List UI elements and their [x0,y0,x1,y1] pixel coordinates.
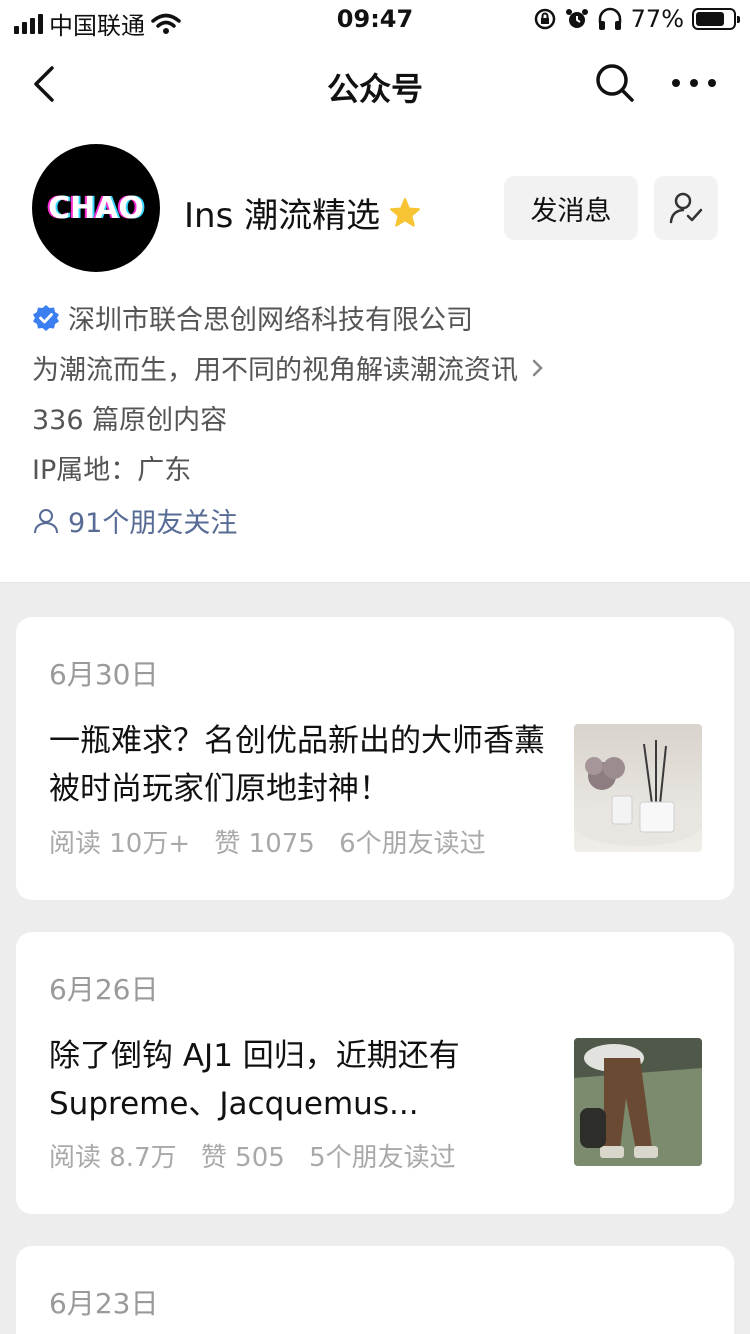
account-description: 为潮流而生，用不同的视角解读潮流资讯 [32,355,518,386]
account-profile: CHAO Ins 潮流精选 发消息 深圳市联合思创网络科技有限公司 为潮流而生，… [0,128,750,583]
battery-percent: 77% [630,5,684,33]
status-bar: 中国联通 09:47 77% [0,0,750,40]
article-title[interactable]: 除了倒钩 AJ1 回归，近期还有 Supreme、Jacquemus... [49,1032,549,1128]
article-reads: 阅读 8.7万 [49,1143,177,1173]
company-line: 深圳市联合思创网络科技有限公司 [32,298,473,337]
star-icon [390,197,421,227]
article-thumbnail[interactable] [574,1038,702,1166]
alarm-icon [565,9,588,28]
company-name: 深圳市联合思创网络科技有限公司 [68,305,473,336]
nav-bar: 公众号 [0,40,750,128]
article-date: 6月26日 [49,973,159,1006]
status-right: 77% [533,5,740,33]
article-card[interactable]: 6月26日 除了倒钩 AJ1 回归，近期还有 Supreme、Jacquemus… [16,932,734,1214]
friends-following: 91个朋友关注 [68,508,238,539]
article-title[interactable]: 一瓶难求？名创优品新出的大师香薰被时尚玩家们原地封神！ [49,717,549,813]
article-friends-read: 6个朋友读过 [339,829,486,859]
article-likes: 赞 1075 [214,829,315,859]
article-friends-read: 5个朋友读过 [309,1143,456,1173]
original-count: 336 篇原创内容 [32,405,228,436]
article-thumbnail[interactable] [574,724,702,852]
article-date: 6月23日 [49,1287,159,1320]
article-card[interactable]: 6月30日 一瓶难求？名创优品新出的大师香薰被时尚玩家们原地封神！ 阅读 10万… [16,617,734,900]
user-icon [34,508,58,533]
article-date: 6月30日 [49,658,159,691]
follow-button[interactable] [654,176,718,240]
account-name: Ins 潮流精选 [184,188,422,237]
avatar[interactable]: CHAO [32,144,160,272]
article-likes: 赞 505 [200,1143,285,1173]
description-line[interactable]: 为潮流而生，用不同的视角解读潮流资讯 [32,348,548,387]
article-card[interactable]: 6月23日 [16,1246,734,1334]
more-icon[interactable] [672,68,716,98]
avatar-logo-text: CHAO [48,190,144,226]
battery-icon [692,8,740,30]
article-meta: 阅读 8.7万 赞 505 5个朋友读过 [49,1137,472,1174]
rotation-lock-icon [534,8,555,30]
account-name-label: Ins 潮流精选 [184,196,381,236]
ip-location: IP属地：广东 [32,455,192,486]
search-icon[interactable] [594,62,636,104]
chevron-right-icon [532,359,543,376]
headphones-icon [598,7,621,30]
article-reads: 阅读 10万+ [49,829,191,859]
verified-icon [33,304,59,331]
page-title: 公众号 [326,70,423,108]
send-message-button[interactable]: 发消息 [504,176,638,240]
article-meta: 阅读 10万+ 赞 1075 6个朋友读过 [49,823,502,860]
user-check-icon [669,192,703,224]
friends-following-line[interactable]: 91个朋友关注 [32,501,237,540]
